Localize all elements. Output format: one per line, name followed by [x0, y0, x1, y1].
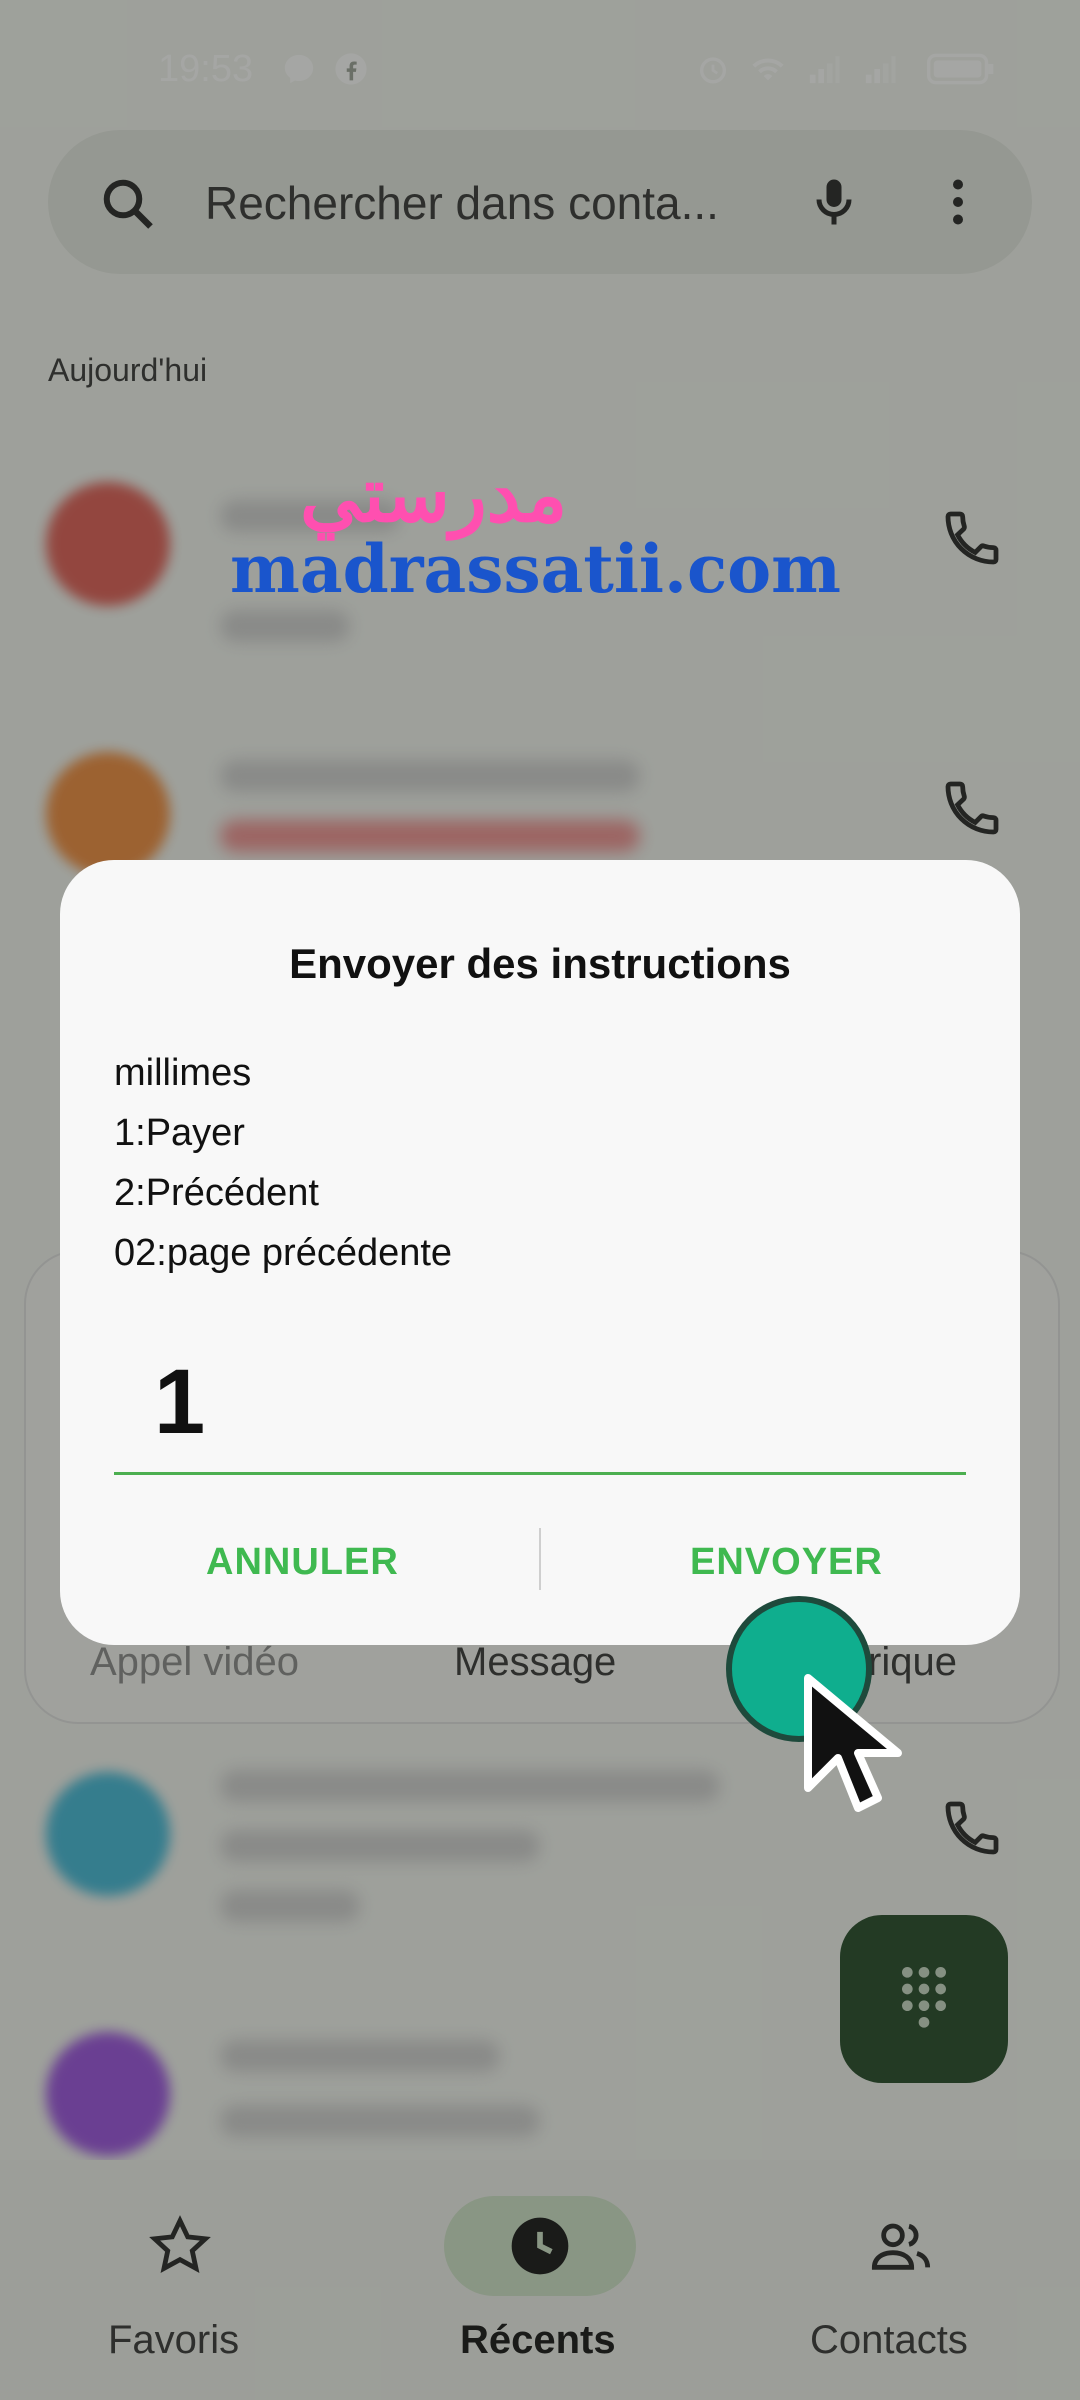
cursor-icon [804, 1674, 902, 1812]
dialog-line: millimes [114, 1052, 252, 1094]
input-underline [114, 1472, 966, 1475]
button-divider [539, 1528, 541, 1590]
watermark-arabic: مدرستي [300, 450, 568, 539]
dialog-line: 1:Payer [114, 1112, 245, 1154]
watermark-latin: madrassatii.com [230, 530, 842, 608]
cancel-button[interactable]: ANNULER [206, 1541, 399, 1584]
send-button[interactable]: ENVOYER [690, 1541, 883, 1584]
dialog-line: 2:Précédent [114, 1172, 319, 1214]
reply-input[interactable]: 1 [154, 1350, 205, 1455]
dialog-title: Envoyer des instructions [289, 940, 791, 987]
dialog-line: 02:page précédente [114, 1232, 453, 1274]
